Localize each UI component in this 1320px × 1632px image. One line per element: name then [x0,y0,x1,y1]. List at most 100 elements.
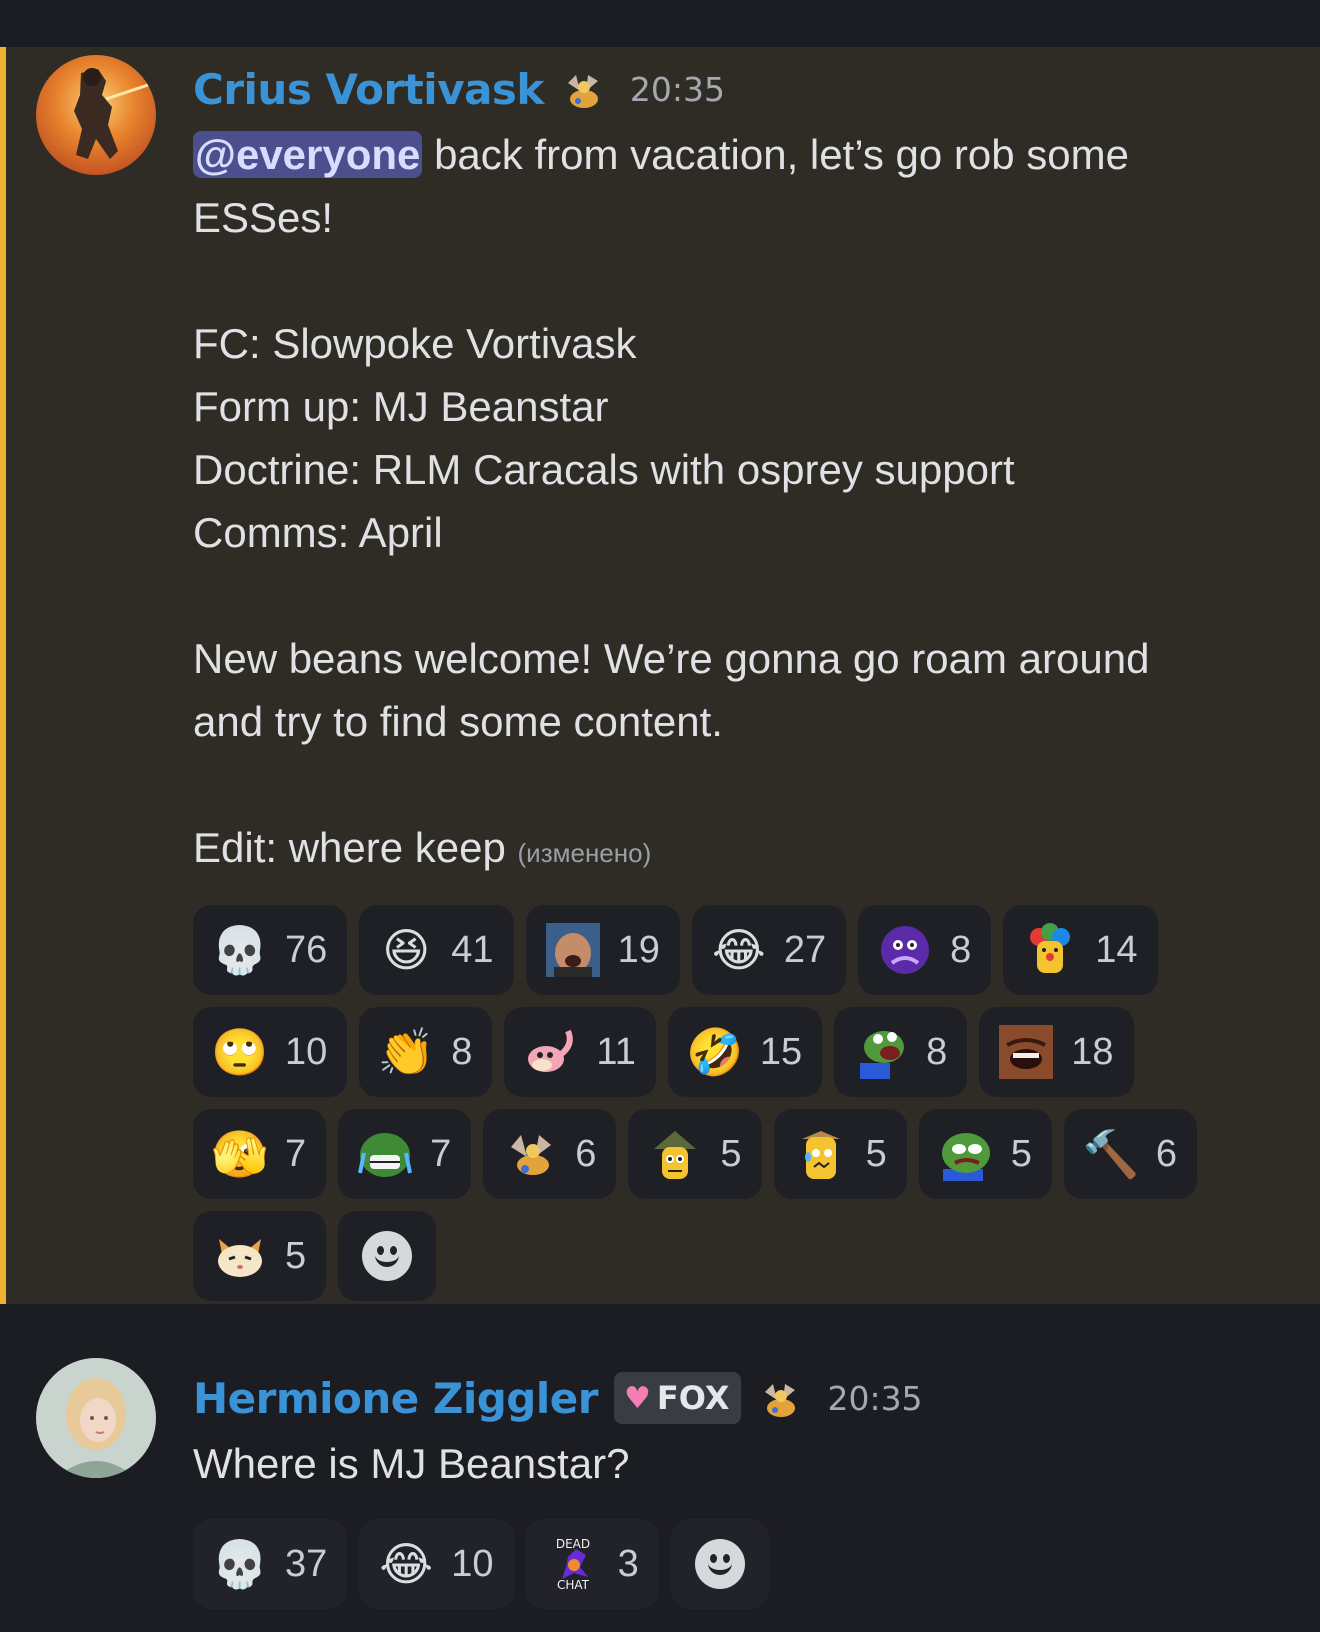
hammer-emoji: 🔨 [1082,1127,1140,1181]
reaction-count: 8 [451,1030,473,1073]
pink-heart-icon: ♥ [623,1380,651,1416]
reaction-pill[interactable]: 19 [525,905,680,995]
reaction-count: 5 [720,1132,742,1175]
reaction-count: 37 [285,1542,328,1585]
rofl-emoji: 🤣 [686,1025,744,1079]
tears-of-joy-emoji: 😂 [379,1537,434,1591]
add-reaction-button[interactable] [670,1519,769,1609]
reaction-count: 41 [451,928,494,971]
laughing-squint-emoji: 😆 [382,923,431,977]
reaction-count: 3 [617,1542,639,1585]
winged-figure-icon [755,1374,803,1422]
timestamp[interactable]: 20:35 [827,1379,922,1418]
reaction-count: 10 [285,1030,328,1073]
winged-figure-custom-emoji [503,1127,557,1181]
pepe-shout-custom-emoji [854,1025,908,1079]
bean-nervous-custom-emoji [794,1127,848,1181]
reaction-pill[interactable]: 🔨 6 [1063,1109,1197,1199]
avatar[interactable] [36,55,156,175]
reaction-count: 18 [1071,1030,1114,1073]
message-header: Crius Vortivask 20:35 [193,55,1280,123]
message-header: Hermione Ziggler ♥ FOX 20:35 [193,1364,1280,1432]
crying-cat-custom-emoji [213,1229,267,1283]
tears-of-joy-emoji: 😂 [711,923,766,977]
reaction-count: 15 [759,1030,803,1073]
dead-chat-bottom-label: CHAT [557,1578,590,1591]
purple-galaxy-custom-emoji [878,923,932,977]
reaction-list: 💀 76 😆 41 19 😂 27 8 14 🙄 10 👏 8 11 🤣 15 8 18 🫣 7 7 6 5 5 5 🔨 6 5 [193,905,1273,1313]
reaction-pill[interactable]: 💀 76 [193,905,348,995]
reaction-pill[interactable]: 18 [979,1007,1134,1097]
reaction-pill[interactable]: 5 [628,1109,762,1199]
author-name[interactable]: Crius Vortivask [193,65,544,114]
guild-tag-badge[interactable]: ♥ FOX [613,1372,742,1424]
reaction-count: 8 [950,928,972,971]
avatar[interactable] [36,1358,156,1478]
slowpoke-custom-emoji [524,1025,578,1079]
skull-emoji: 💀 [211,923,269,977]
dead-chat-top-label: DEAD [555,1537,589,1551]
eye-roll-emoji: 🙄 [211,1025,269,1079]
reaction-count: 10 [451,1542,494,1585]
reaction-pill[interactable]: 7 [338,1109,472,1199]
reaction-pill[interactable]: 🙄 10 [193,1007,348,1097]
reaction-count: 14 [1095,928,1138,971]
reaction-pill[interactable]: 💀 37 [193,1519,348,1609]
reaction-pill[interactable]: DEAD CHAT 3 [525,1519,659,1609]
reaction-pill[interactable]: 🫣 7 [193,1109,327,1199]
clown-bean-custom-emoji [1023,923,1077,977]
reaction-pill[interactable]: 6 [483,1109,617,1199]
message-text: Where is MJ Beanstar? [193,1440,630,1487]
reaction-count: 5 [285,1234,307,1277]
pepe-sad-custom-emoji [939,1127,993,1181]
reaction-pill[interactable]: 8 [834,1007,968,1097]
message: Hermione Ziggler ♥ FOX 20:35 Where is MJ… [0,1304,1320,1632]
top-bar [0,0,1320,47]
face-covering-hands-emoji: 🫣 [211,1127,269,1181]
message-text: back from vacation, let’s go rob some ES… [193,131,1150,871]
reaction-pill[interactable]: 🤣 15 [667,1007,823,1097]
timestamp[interactable]: 20:35 [630,70,725,109]
clapping-hands-emoji: 👏 [377,1025,435,1079]
reaction-list: 💀 37 😂 10 DEAD CHAT 3 [193,1519,1273,1621]
laughing-man-custom-emoji [545,923,600,977]
reaction-count: 76 [285,928,328,971]
add-reaction-button[interactable] [338,1211,437,1301]
reaction-pill[interactable]: 😆 41 [359,905,514,995]
message-content: Hermione Ziggler ♥ FOX 20:35 Where is MJ… [193,1364,1280,1621]
message-content: Crius Vortivask 20:35 @everyone back fro… [193,55,1280,1313]
smiley-face-icon [362,1231,413,1281]
reaction-count: 6 [1155,1132,1177,1175]
smiley-face-icon [694,1539,745,1589]
reaction-count: 5 [865,1132,887,1175]
skull-emoji: 💀 [211,1537,269,1591]
winged-figure-icon [558,65,606,113]
reaction-count: 8 [926,1030,948,1073]
pepe-crying-laugh-custom-emoji [358,1127,413,1181]
message-highlighted: Crius Vortivask 20:35 @everyone back fro… [0,47,1320,1304]
reaction-count: 19 [617,928,660,971]
reaction-count: 5 [1010,1132,1032,1175]
bean-hat-custom-emoji [648,1127,702,1181]
reaction-pill[interactable]: 5 [918,1109,1052,1199]
dead-chat-custom-emoji: DEAD CHAT [546,1537,600,1591]
reaction-pill[interactable]: 11 [504,1007,656,1097]
guild-tag-label: FOX [656,1379,730,1417]
reaction-count: 11 [596,1030,636,1073]
author-name[interactable]: Hermione Ziggler [193,1374,598,1423]
reaction-count: 7 [430,1132,452,1175]
edited-label: (изменено) [517,838,652,868]
reaction-pill[interactable]: 8 [858,905,992,995]
reaction-pill[interactable]: 👏 8 [359,1007,493,1097]
reaction-count: 7 [285,1132,307,1175]
reaction-count: 27 [783,928,827,971]
reaction-pill[interactable]: 5 [193,1211,327,1301]
reaction-pill[interactable]: 😂 27 [691,905,847,995]
reaction-pill[interactable]: 😂 10 [359,1519,514,1609]
reaction-pill[interactable]: 14 [1003,905,1158,995]
laughing-face-custom-emoji [999,1025,1054,1079]
mention-everyone[interactable]: @everyone [193,131,423,178]
reaction-count: 6 [575,1132,597,1175]
reaction-pill[interactable]: 5 [773,1109,907,1199]
message-body: @everyone back from vacation, let’s go r… [193,123,1280,885]
